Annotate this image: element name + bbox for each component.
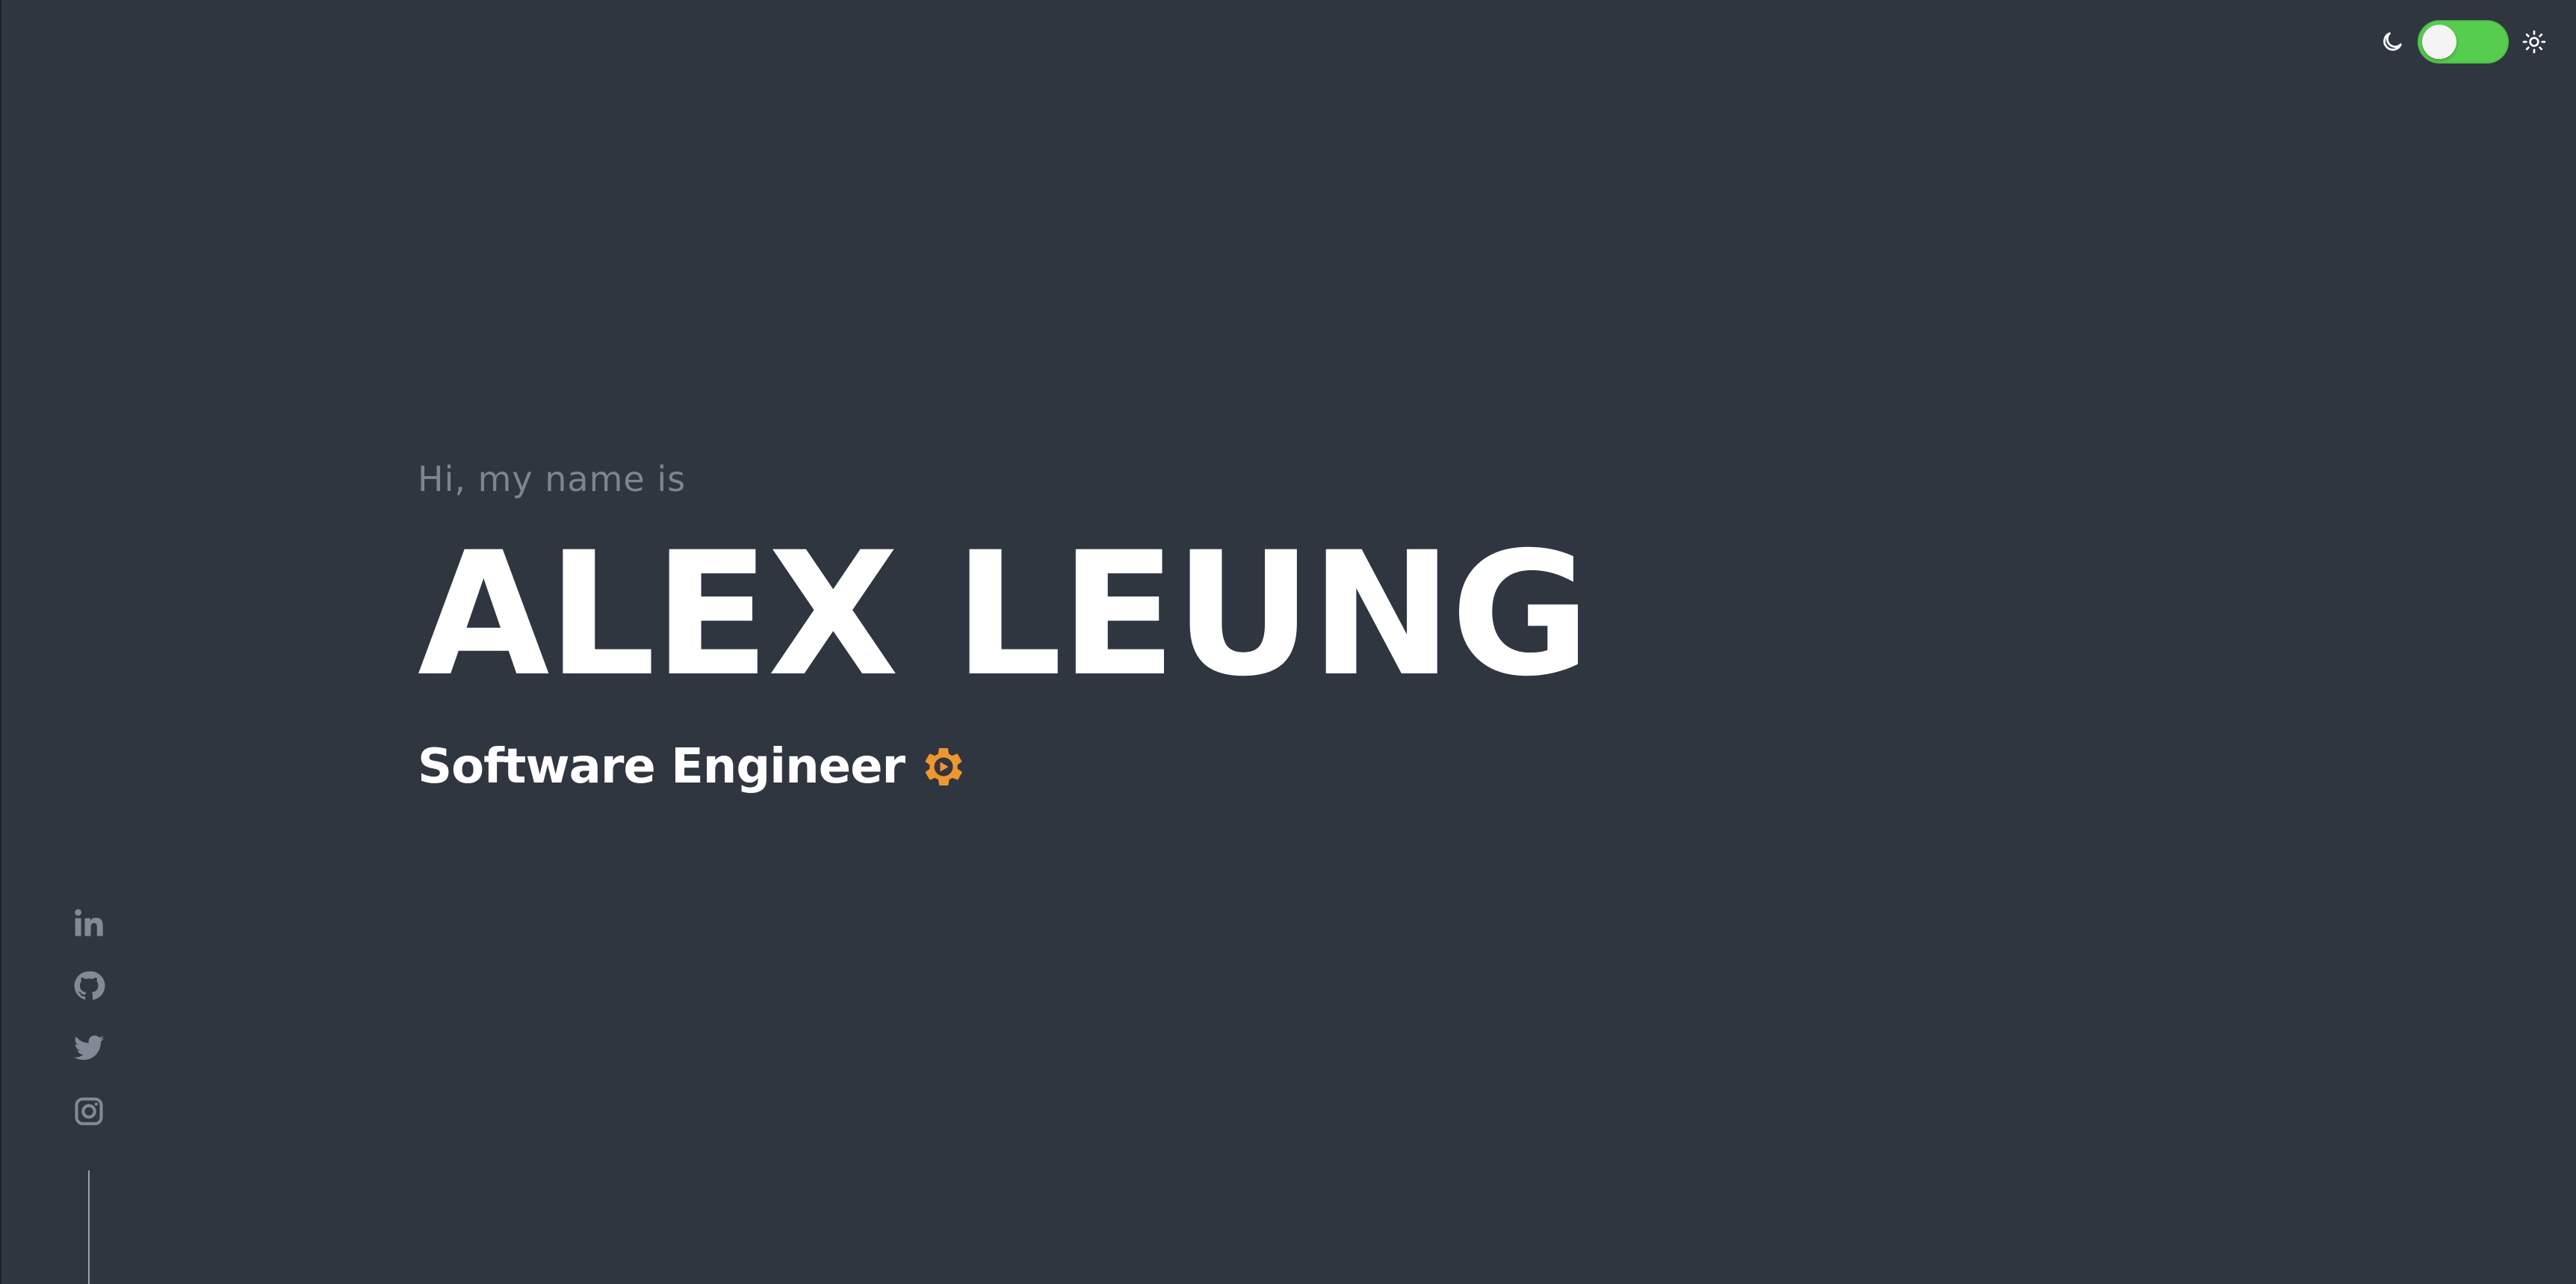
greeting-text: Hi, my name is xyxy=(418,459,687,499)
github-link[interactable] xyxy=(72,969,106,1003)
role-line: Software Engineer xyxy=(418,743,1588,791)
linkedin-icon xyxy=(75,909,103,936)
github-icon xyxy=(74,971,105,1000)
instagram-link[interactable] xyxy=(72,1094,106,1129)
social-links xyxy=(72,906,106,1129)
theme-switch-knob[interactable] xyxy=(2422,25,2456,59)
theme-toggle xyxy=(2377,18,2549,66)
role-text: Software Engineer xyxy=(418,739,905,794)
hero-name: ALEX LEUNG xyxy=(418,515,1591,714)
instagram-icon xyxy=(75,1097,103,1126)
theme-switch[interactable] xyxy=(2418,20,2509,64)
gear-icon xyxy=(921,744,966,789)
twitter-icon xyxy=(73,1035,105,1061)
moon-icon xyxy=(2377,27,2407,57)
sun-icon xyxy=(2519,27,2549,57)
twitter-link[interactable] xyxy=(72,1031,106,1066)
linkedin-link[interactable] xyxy=(72,906,106,940)
social-divider-line xyxy=(88,1170,90,1284)
hero-section: Hi, my name is ALEX LEUNG Software Engin… xyxy=(418,459,1591,791)
